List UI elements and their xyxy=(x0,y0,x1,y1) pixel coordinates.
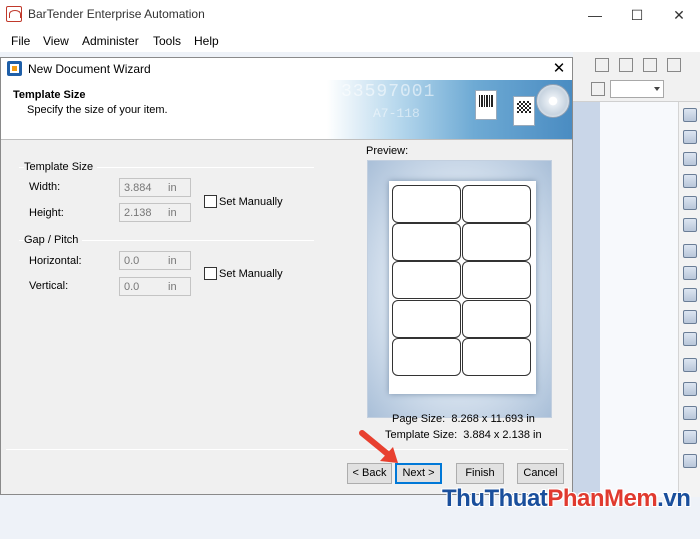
next-button[interactable]: Next > xyxy=(395,463,442,484)
menu-tools[interactable]: Tools xyxy=(153,34,181,48)
menu-bar: File View Administer Tools Help xyxy=(0,30,700,52)
toolbar-tool-icon[interactable] xyxy=(683,266,697,280)
width-label: Width: xyxy=(29,181,61,193)
label-template-cell xyxy=(392,185,461,223)
wizard-icon xyxy=(7,61,22,76)
banner-text: 33597001 xyxy=(341,82,436,102)
gap-set-manually-label: Set Manually xyxy=(219,268,283,280)
toolbar-tool-icon[interactable] xyxy=(595,58,609,72)
page-preview xyxy=(389,181,536,394)
label-template-cell xyxy=(392,337,461,376)
footer-divider xyxy=(6,449,568,450)
preview-panel xyxy=(367,160,552,418)
preview-label: Preview: xyxy=(366,145,409,157)
horizontal-unit: in xyxy=(168,255,177,267)
vertical-field[interactable]: 0.0 in xyxy=(119,277,191,296)
barcode-tag-icon xyxy=(475,90,497,120)
dialog-titlebar: New Document Wizard ✕ xyxy=(1,58,572,80)
close-window-icon[interactable]: ✕ xyxy=(664,4,694,26)
template-set-manually-checkbox[interactable] xyxy=(204,195,217,208)
label-template-cell xyxy=(462,337,531,376)
label-template-cell xyxy=(392,299,461,338)
app-titlebar: BarTender Enterprise Automation — ☐ ✕ xyxy=(0,0,700,30)
toolbar-tool-icon[interactable] xyxy=(643,58,657,72)
rotate-icon[interactable] xyxy=(683,406,697,420)
label-template-cell xyxy=(392,223,461,262)
toolbar-tool-icon[interactable] xyxy=(619,58,633,72)
new-document-wizard-dialog: New Document Wizard ✕ 33597001 A7-118 Te… xyxy=(0,57,573,495)
align-icon[interactable] xyxy=(591,82,605,96)
horizontal-value: 0.0 xyxy=(124,255,140,267)
menu-administer[interactable]: Administer xyxy=(82,34,139,48)
toolbar-tool-icon[interactable] xyxy=(683,332,697,346)
width-unit: in xyxy=(168,182,177,194)
template-size-info: Template Size: 3.884 x 2.138 in xyxy=(385,429,542,441)
rotate-icon[interactable] xyxy=(683,382,697,396)
width-value: 3.884 xyxy=(124,182,152,194)
toolbar-tool-icon[interactable] xyxy=(683,130,697,144)
design-canvas[interactable] xyxy=(600,102,678,497)
label-template-cell xyxy=(392,261,461,300)
horizontal-field[interactable]: 0.0 in xyxy=(119,251,191,270)
template-size-info-value: 3.884 x 2.138 in xyxy=(463,429,542,441)
vertical-toolbar xyxy=(678,102,700,497)
toolbar-dropdown[interactable] xyxy=(610,80,664,98)
label-template-cell xyxy=(462,185,531,223)
toolbar-tool-icon[interactable] xyxy=(683,244,697,258)
label-template-cell xyxy=(462,261,531,300)
annotation-arrow-icon xyxy=(359,430,398,463)
template-set-manually-label: Set Manually xyxy=(219,196,283,208)
toolbar-tool-icon[interactable] xyxy=(683,358,697,372)
disc-icon xyxy=(536,84,570,118)
rotate-icon[interactable] xyxy=(683,430,697,444)
page-title: Template Size xyxy=(13,89,86,101)
rotate-icon[interactable] xyxy=(683,454,697,468)
vertical-label: Vertical: xyxy=(29,280,69,292)
dialog-title: New Document Wizard xyxy=(28,62,151,76)
toolbar-tool-icon[interactable] xyxy=(683,288,697,302)
horizontal-label: Horizontal: xyxy=(29,255,82,267)
wizard-header: 33597001 A7-118 Template Size Specify th… xyxy=(1,80,572,140)
minimize-icon[interactable]: — xyxy=(580,4,610,26)
page-size-value: 8.268 x 11.693 in xyxy=(451,413,535,425)
template-size-group-label: Template Size xyxy=(24,161,98,173)
toolbar-tool-icon[interactable] xyxy=(683,108,697,122)
label-template-cell xyxy=(462,223,531,262)
page-size-label: Page Size: xyxy=(392,413,446,425)
height-label: Height: xyxy=(29,207,64,219)
height-value: 2.138 xyxy=(124,207,152,219)
app-title: BarTender Enterprise Automation xyxy=(28,7,205,21)
page-subtitle: Specify the size of your item. xyxy=(27,104,168,116)
toolbar-tool-icon[interactable] xyxy=(683,218,697,232)
watermark-logo: ThuThuatPhanMem.vn xyxy=(442,485,691,512)
height-field[interactable]: 2.138 in xyxy=(119,203,191,222)
banner-text: A7-118 xyxy=(373,106,420,121)
gap-pitch-group-label: Gap / Pitch xyxy=(24,234,83,246)
page-size-info: Page Size: 8.268 x 11.693 in xyxy=(392,413,535,425)
menu-file[interactable]: File xyxy=(11,34,30,48)
finish-button[interactable]: Finish xyxy=(456,463,504,484)
toolbar-tool-icon[interactable] xyxy=(683,152,697,166)
bartender-app-icon xyxy=(6,6,22,22)
menu-help[interactable]: Help xyxy=(194,34,219,48)
vertical-value: 0.0 xyxy=(124,281,140,293)
width-field[interactable]: 3.884 in xyxy=(119,178,191,197)
height-unit: in xyxy=(168,207,177,219)
label-template-cell xyxy=(462,299,531,338)
toolbar-tool-icon[interactable] xyxy=(683,174,697,188)
back-button[interactable]: < Back xyxy=(347,463,392,484)
barcode-tag-icon xyxy=(513,96,535,126)
vertical-unit: in xyxy=(168,281,177,293)
close-icon[interactable]: ✕ xyxy=(549,60,569,78)
gap-set-manually-checkbox[interactable] xyxy=(204,267,217,280)
toolbar-tool-icon[interactable] xyxy=(667,58,681,72)
maximize-icon[interactable]: ☐ xyxy=(622,4,652,26)
toolbar-tool-icon[interactable] xyxy=(683,196,697,210)
toolbar-tool-icon[interactable] xyxy=(683,310,697,324)
cancel-button[interactable]: Cancel xyxy=(517,463,564,484)
menu-view[interactable]: View xyxy=(43,34,69,48)
